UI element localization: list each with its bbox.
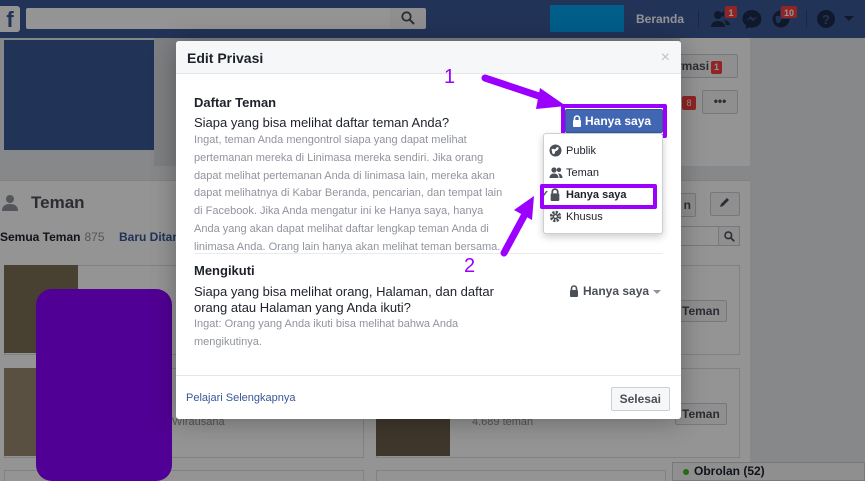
annotation-arrows <box>481 74 566 257</box>
annotation-arrow-1 <box>481 74 566 109</box>
annotation-arrow-2 <box>500 196 534 257</box>
